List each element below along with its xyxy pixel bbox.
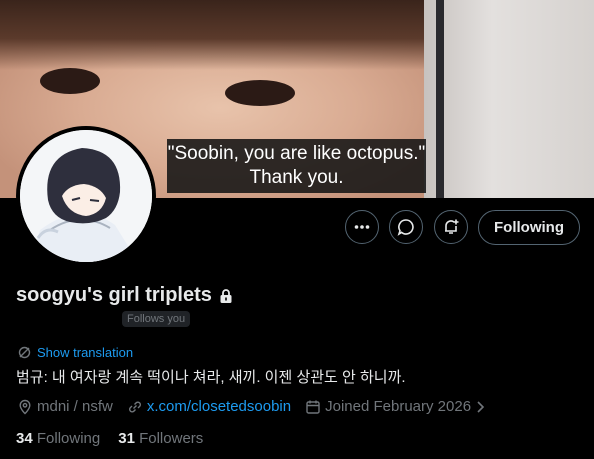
- joined-item[interactable]: Joined February 2026: [305, 398, 485, 415]
- website-link[interactable]: x.com/closetedsoobin: [147, 398, 291, 415]
- follow-counts: 34 Following 31 Followers: [16, 430, 203, 447]
- more-button[interactable]: [345, 210, 379, 244]
- lock-icon: [220, 288, 232, 303]
- following-count-label: Following: [36, 430, 101, 447]
- profile-meta: mdni / nsfw x.com/closetedsoobin Joined …: [17, 398, 499, 415]
- caption-line-2: Thank you.: [249, 167, 344, 188]
- followers-count-label: Followers: [139, 430, 204, 447]
- banner-pole: [436, 0, 444, 198]
- banner-caption: "Soobin, you are like octopus." Thank yo…: [167, 139, 426, 193]
- following-count-link[interactable]: 34 Following: [16, 430, 100, 447]
- website-item[interactable]: x.com/closetedsoobin: [127, 398, 291, 415]
- bell-plus-icon: [445, 219, 459, 234]
- following-count: 34: [16, 430, 33, 447]
- bio-text: 범규: 내 여자랑 계속 떡이나 쳐라, 새끼. 이젠 상관도 안 하니까.: [16, 369, 406, 386]
- joined-text: Joined February 2026: [325, 398, 472, 415]
- calendar-icon: [306, 400, 320, 414]
- show-translation-link[interactable]: Show translation: [18, 345, 133, 360]
- translate-icon: [18, 346, 31, 359]
- avatar-illustration: [20, 130, 152, 262]
- caption-line-1: "Soobin, you are like octopus.": [167, 143, 426, 164]
- banner-hair: [0, 0, 480, 70]
- location-text: mdni / nsfw: [37, 398, 113, 415]
- more-icon: [354, 225, 370, 229]
- followers-count: 31: [118, 430, 135, 447]
- message-icon: [397, 219, 414, 236]
- following-button[interactable]: Following: [478, 210, 580, 245]
- location-pin-icon: [19, 399, 31, 414]
- notify-button[interactable]: [434, 210, 468, 244]
- chevron-right-icon: [477, 400, 485, 413]
- link-icon: [128, 401, 141, 412]
- message-button[interactable]: [389, 210, 423, 244]
- banner-eye-right: [225, 80, 295, 106]
- avatar[interactable]: [16, 126, 156, 266]
- translate-label: Show translation: [37, 345, 134, 360]
- profile-name: soogyu's girl triplets: [16, 284, 233, 307]
- display-name: soogyu's girl triplets: [16, 284, 212, 306]
- location-item: mdni / nsfw: [17, 398, 113, 415]
- followers-count-link[interactable]: 31 Followers: [118, 430, 203, 447]
- banner-wall: [424, 0, 594, 198]
- follows-you-badge: Follows you: [122, 311, 191, 327]
- banner-eye-left: [40, 68, 100, 94]
